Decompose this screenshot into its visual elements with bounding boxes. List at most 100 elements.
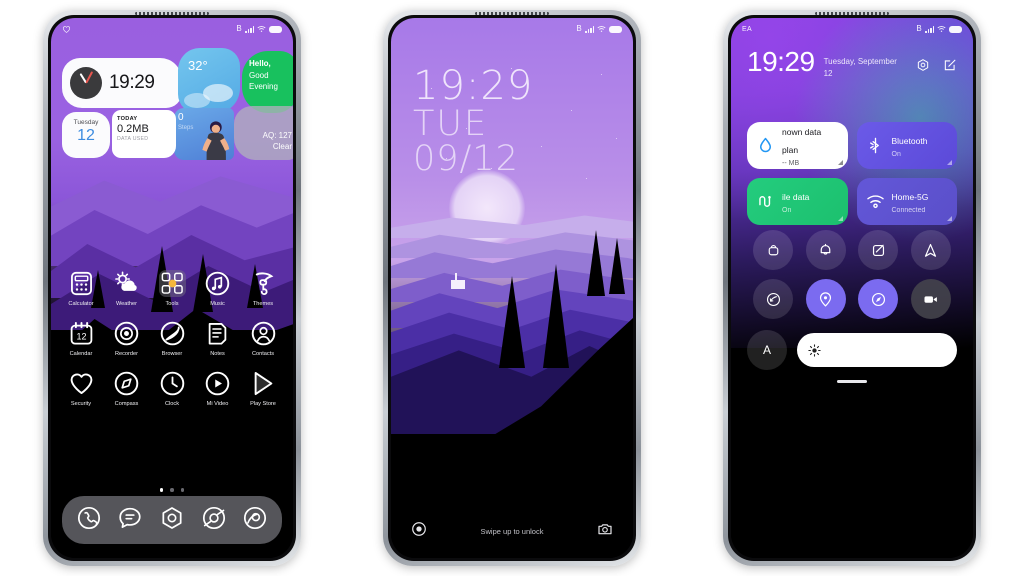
tile-text: Bluetooth On bbox=[892, 131, 928, 159]
app-security[interactable]: Security bbox=[60, 370, 102, 407]
tile-sub: -- MB bbox=[782, 160, 800, 168]
app-label: Notes bbox=[210, 351, 225, 357]
app-recorder[interactable]: Recorder bbox=[106, 320, 148, 357]
calendar-widget[interactable]: Tuesday 12 bbox=[62, 112, 110, 158]
church-decoration bbox=[451, 273, 465, 289]
airplane-icon[interactable] bbox=[910, 230, 951, 270]
app-browser[interactable]: Browser bbox=[151, 320, 193, 357]
sound-icon[interactable] bbox=[805, 230, 846, 270]
tile-text: nown data plan -- MB bbox=[782, 122, 839, 168]
brightness-slider[interactable] bbox=[797, 333, 957, 367]
tile-bluetooth[interactable]: Bluetooth On bbox=[856, 122, 957, 169]
phone3-status-bar: EA B bbox=[731, 18, 973, 40]
security-icon bbox=[68, 370, 95, 397]
clock-icon bbox=[159, 370, 186, 397]
app-label: Music bbox=[210, 301, 225, 307]
app-themes[interactable]: Themes bbox=[242, 270, 284, 307]
greeting-widget[interactable]: Hello, Good Evening bbox=[242, 51, 293, 113]
app-calendar[interactable]: 12 Calendar bbox=[60, 320, 102, 357]
greeting-line3: Evening bbox=[249, 81, 278, 91]
app-label: Contacts bbox=[251, 351, 275, 357]
weather-widget[interactable]: 32° bbox=[178, 48, 240, 114]
lock-clock: 19:29 TUE 09/12 bbox=[413, 66, 533, 178]
phone-icon[interactable] bbox=[76, 505, 102, 536]
app-contacts[interactable]: Contacts bbox=[242, 320, 284, 357]
bluetooth-icon bbox=[866, 136, 885, 155]
settings-icon[interactable] bbox=[159, 505, 185, 536]
data-sub: DATA USED bbox=[117, 136, 149, 142]
status-left bbox=[62, 25, 71, 34]
bluetooth-icon: B bbox=[916, 24, 922, 33]
tile-text: Home-5G Connected bbox=[892, 187, 929, 215]
app-row: Security Compass Clock Mi Video Play Sto… bbox=[60, 370, 284, 407]
status-right: B bbox=[576, 25, 622, 33]
tile-data-plan[interactable]: nown data plan -- MB bbox=[747, 122, 848, 169]
sun-icon bbox=[808, 343, 821, 357]
page-dot[interactable] bbox=[180, 488, 185, 492]
phone3-screen: EA B 19:29 Tuesday, September 12 nown da… bbox=[731, 18, 973, 558]
sync-icon[interactable] bbox=[753, 279, 794, 319]
steps-widget[interactable]: 0 Steps bbox=[174, 108, 234, 160]
bluetooth-icon: B bbox=[576, 24, 582, 33]
app-label: Compass bbox=[114, 401, 139, 407]
lock-bottom-bar: Swipe up to unlock bbox=[391, 521, 633, 542]
app-music[interactable]: Music bbox=[197, 270, 239, 307]
tile-sub: Connected bbox=[891, 207, 926, 215]
phone3-bezel: EA B 19:29 Tuesday, September 12 nown da… bbox=[728, 15, 976, 561]
tile-mobile-data[interactable]: ile data On bbox=[747, 178, 848, 225]
edit-icon[interactable] bbox=[943, 58, 957, 77]
app-label: Themes bbox=[252, 301, 274, 307]
app-label: Tools bbox=[165, 301, 179, 307]
air-quality-widget[interactable]: AQ: 127 Clear bbox=[234, 106, 293, 160]
app-label: Play Store bbox=[250, 401, 276, 407]
camera-icon[interactable] bbox=[597, 521, 613, 542]
greeting-line1: Hello, bbox=[249, 59, 271, 68]
page-dot[interactable] bbox=[170, 488, 174, 492]
messages-icon[interactable] bbox=[117, 505, 143, 536]
clock-widget[interactable]: 19:29 bbox=[62, 58, 182, 108]
signal-icon bbox=[245, 25, 254, 33]
data-usage-widget[interactable]: TODAY 0.2MB DATA USED bbox=[112, 110, 176, 158]
phone1-bezel: B 19:29 32° Hello, Good Evening 0 Steps … bbox=[48, 15, 296, 561]
app-row: Calculator Weather Tools Music Themes bbox=[60, 270, 284, 307]
location-icon[interactable] bbox=[805, 279, 846, 319]
page-dot-active[interactable] bbox=[159, 488, 164, 492]
auto-brightness-button[interactable]: A bbox=[747, 330, 787, 370]
phone2-screen: B 19:29 TUE 09/12 Swipe up to unlock bbox=[391, 18, 633, 558]
scanner-icon[interactable] bbox=[858, 279, 899, 319]
camera-icon[interactable] bbox=[201, 505, 227, 536]
unlock-hint: Swipe up to unlock bbox=[480, 527, 544, 536]
bluetooth-icon: B bbox=[236, 24, 242, 33]
gallery-icon[interactable] bbox=[242, 505, 268, 536]
screen-record-icon[interactable] bbox=[910, 279, 951, 319]
wifi-icon bbox=[937, 26, 946, 32]
weather-icon bbox=[113, 270, 140, 297]
tile-title: Bluetooth bbox=[891, 136, 928, 147]
phone2-bezel: B 19:29 TUE 09/12 Swipe up to unlock bbox=[388, 15, 636, 561]
greeting-line2: Good bbox=[249, 71, 269, 80]
app-play-store[interactable]: Play Store bbox=[242, 370, 284, 407]
calendar-weekday: Tuesday bbox=[73, 119, 99, 126]
tile-sub: On bbox=[782, 207, 792, 215]
tile-wifi[interactable]: Home-5G Connected bbox=[856, 178, 957, 225]
app-notes[interactable]: Notes bbox=[197, 320, 239, 357]
themes-icon bbox=[250, 270, 277, 297]
heart-icon bbox=[62, 25, 71, 33]
app-compass[interactable]: Compass bbox=[106, 370, 148, 407]
flashlight-icon[interactable] bbox=[411, 521, 427, 542]
auto-rotate-icon[interactable] bbox=[753, 230, 794, 270]
app-calculator[interactable]: Calculator bbox=[60, 270, 102, 307]
screenshot-icon[interactable] bbox=[858, 230, 899, 270]
music-icon bbox=[204, 270, 231, 297]
app-row: 12 Calendar Recorder Browser Notes Conta… bbox=[60, 320, 284, 357]
steps-label: Steps bbox=[178, 125, 194, 131]
app-weather[interactable]: Weather bbox=[106, 270, 148, 307]
app-clock[interactable]: Clock bbox=[151, 370, 193, 407]
app-mi-video[interactable]: Mi Video bbox=[197, 370, 239, 407]
weather-temp: 32° bbox=[188, 58, 208, 73]
drag-handle[interactable] bbox=[837, 380, 867, 383]
settings-icon[interactable] bbox=[916, 58, 930, 77]
app-tools[interactable]: Tools bbox=[151, 270, 193, 307]
carrier-label: EA bbox=[742, 25, 752, 33]
page-indicator[interactable] bbox=[51, 488, 293, 492]
